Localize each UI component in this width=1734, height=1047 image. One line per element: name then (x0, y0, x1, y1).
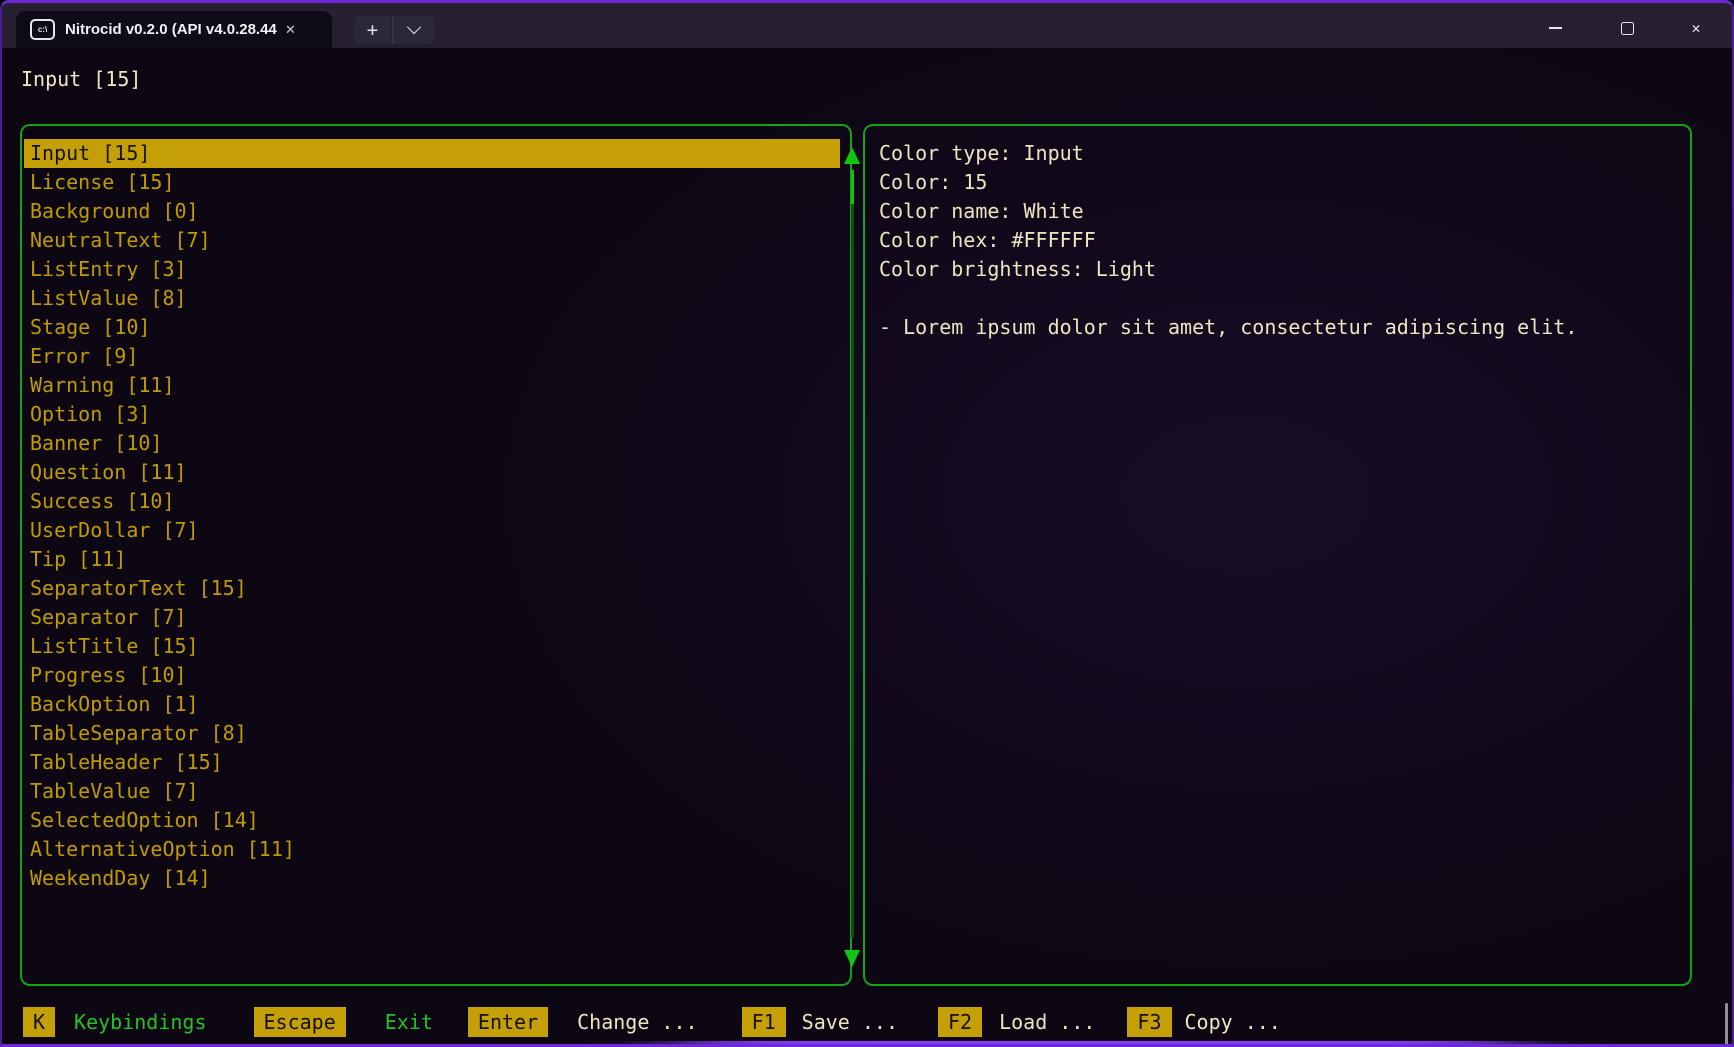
keybinding-hint: Enter Change ... (433, 1007, 698, 1037)
list-item[interactable]: Input [15] (24, 139, 840, 168)
detail-line (879, 284, 1684, 313)
list-item[interactable]: BackOption [1] (24, 690, 840, 719)
detail-line: Color: 15 (879, 168, 1684, 197)
list-item[interactable]: Stage [10] (24, 313, 840, 342)
detail-line: Color type: Input (879, 139, 1684, 168)
status-key-chip[interactable]: F1 (742, 1007, 786, 1037)
status-key-chip[interactable]: F2 (938, 1007, 982, 1037)
status-key-chip[interactable]: F3 (1127, 1007, 1171, 1037)
list-item[interactable]: Progress [10] (24, 661, 840, 690)
list-item[interactable]: Banner [10] (24, 429, 840, 458)
minimize-button[interactable] (1532, 13, 1578, 43)
detail-line: - Lorem ipsum dolor sit amet, consectetu… (879, 313, 1684, 342)
list-item[interactable]: Question [11] (24, 458, 840, 487)
list-scrollbar[interactable] (843, 144, 861, 970)
color-details: Color type: Input Color: 15 Color name: … (879, 139, 1684, 342)
keybinding-hint: K Keybindings (4, 1007, 207, 1037)
list-item[interactable]: AlternativeOption [11] (24, 835, 840, 864)
keybinding-hint: F3 Copy ... (1095, 1007, 1280, 1037)
status-label: Save ... (802, 1007, 898, 1037)
status-label: Copy ... (1185, 1007, 1281, 1037)
close-button[interactable]: ✕ (1673, 13, 1719, 43)
status-bar: K Keybindings Escape Exit Enter Change .… (4, 1006, 1730, 1038)
detail-line: Color brightness: Light (879, 255, 1684, 284)
list-item[interactable]: NeutralText [7] (24, 226, 840, 255)
keybinding-hint: Escape Exit (207, 1007, 433, 1037)
maximize-icon (1621, 22, 1634, 35)
list-item[interactable]: License [15] (24, 168, 840, 197)
list-item[interactable]: Tip [11] (24, 545, 840, 574)
status-key-chip[interactable]: K (23, 1007, 55, 1037)
terminal-scrollbar-thumb[interactable] (1725, 1003, 1728, 1047)
list-item[interactable]: ListEntry [3] (24, 255, 840, 284)
page-title: Input [15] (21, 67, 141, 91)
tab-dropdown-button[interactable] (392, 16, 434, 44)
new-tab-button[interactable]: + (354, 16, 391, 44)
status-label: Keybindings (74, 1007, 206, 1037)
command-prompt-icon: c:\ (30, 19, 55, 40)
list-item[interactable]: SeparatorText [15] (24, 574, 840, 603)
list-item[interactable]: Separator [7] (24, 603, 840, 632)
title-bar: c:\ Nitrocid v0.2.0 (API v4.0.28.44 ✕ + … (2, 3, 1732, 48)
minimize-icon (1549, 27, 1562, 29)
list-item[interactable]: ListTitle [15] (24, 632, 840, 661)
status-label: Load ... (999, 1007, 1095, 1037)
terminal-content: Input [15] Input [15] License [15] Backg… (4, 48, 1730, 1041)
list-item[interactable]: ListValue [8] (24, 284, 840, 313)
color-list: Input [15] License [15] Background [0] N… (24, 139, 840, 893)
list-item[interactable]: Warning [11] (24, 371, 840, 400)
terminal-tab[interactable]: c:\ Nitrocid v0.2.0 (API v4.0.28.44 ✕ (16, 11, 332, 48)
detail-line: Color hex: #FFFFFF (879, 226, 1684, 255)
tab-close-icon[interactable]: ✕ (285, 22, 296, 38)
list-item[interactable]: WeekendDay [14] (24, 864, 840, 893)
status-label: Change ... (577, 1007, 697, 1037)
status-key-chip[interactable]: Enter (468, 1007, 548, 1037)
list-item[interactable]: SelectedOption [14] (24, 806, 840, 835)
scroll-up-arrow[interactable] (844, 147, 860, 164)
color-list-panel: Input [15] License [15] Background [0] N… (20, 124, 852, 986)
terminal-window: c:\ Nitrocid v0.2.0 (API v4.0.28.44 ✕ + … (0, 0, 1734, 1047)
list-item[interactable]: Option [3] (24, 400, 840, 429)
scrollbar-track[interactable] (851, 170, 854, 938)
list-item[interactable]: Background [0] (24, 197, 840, 226)
close-icon: ✕ (1691, 19, 1700, 37)
maximize-button[interactable] (1604, 13, 1650, 43)
list-item[interactable]: TableValue [7] (24, 777, 840, 806)
detail-line: Color name: White (879, 197, 1684, 226)
list-item[interactable]: TableHeader [15] (24, 748, 840, 777)
chevron-down-icon (406, 20, 420, 34)
tab-title: Nitrocid v0.2.0 (API v4.0.28.44 (65, 21, 283, 38)
list-item[interactable]: Error [9] (24, 342, 840, 371)
keybinding-hint: F2 Load ... (898, 1007, 1095, 1037)
list-item[interactable]: Success [10] (24, 487, 840, 516)
status-label: Exit (385, 1007, 433, 1037)
scrollbar-thumb[interactable] (851, 170, 854, 204)
list-item[interactable]: UserDollar [7] (24, 516, 840, 545)
keybinding-hint: F1 Save ... (698, 1007, 898, 1037)
list-item[interactable]: TableSeparator [8] (24, 719, 840, 748)
color-details-panel: Color type: Input Color: 15 Color name: … (863, 124, 1692, 986)
plus-icon: + (367, 19, 378, 41)
scroll-down-arrow[interactable] (844, 950, 860, 967)
status-key-chip[interactable]: Escape (254, 1007, 346, 1037)
